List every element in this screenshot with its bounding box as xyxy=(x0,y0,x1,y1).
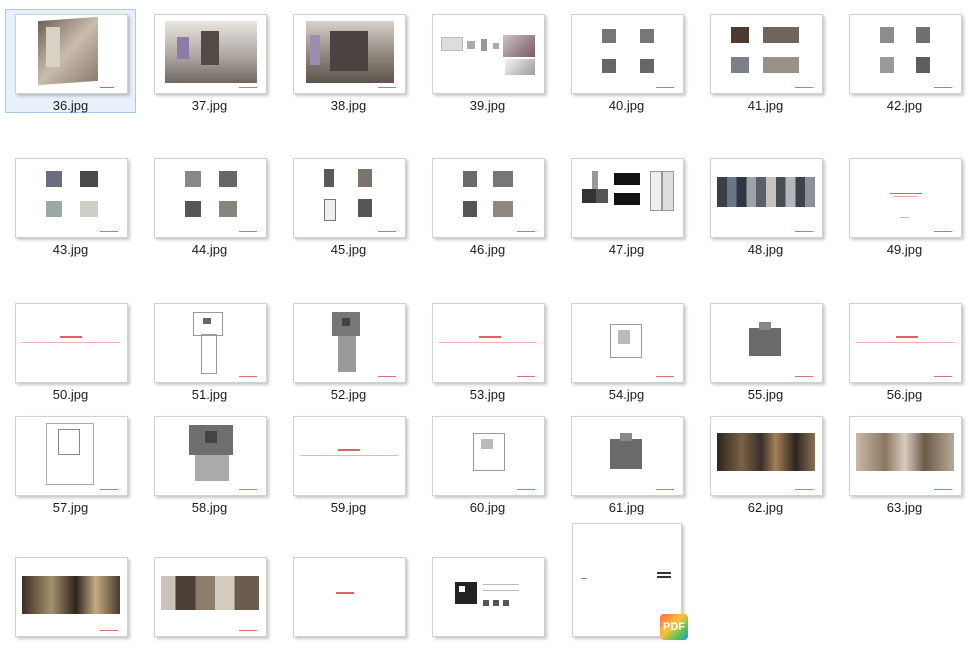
file-name: 53.jpg xyxy=(469,387,506,402)
file-name: 39.jpg xyxy=(469,98,506,113)
file-item[interactable]: 45.jpg xyxy=(283,153,414,257)
thumbnail-image xyxy=(849,416,962,496)
file-item[interactable]: 38.jpg xyxy=(283,9,414,113)
file-name: 43.jpg xyxy=(52,242,89,257)
thumbnail-image xyxy=(432,303,545,383)
file-item[interactable]: 51.jpg xyxy=(144,298,275,402)
file-name: 37.jpg xyxy=(191,98,228,113)
thumbnail-image xyxy=(293,14,406,94)
thumbnail-image xyxy=(710,416,823,496)
file-item[interactable]: 47.jpg xyxy=(561,153,692,257)
file-item[interactable]: 50.jpg xyxy=(5,298,136,402)
file-item[interactable]: 59.jpg xyxy=(283,411,414,515)
thumbnail-image xyxy=(293,158,406,238)
file-name: 46.jpg xyxy=(469,242,506,257)
file-name: 54.jpg xyxy=(608,387,645,402)
file-item[interactable]: 57.jpg xyxy=(5,411,136,515)
file-item[interactable]: 54.jpg xyxy=(561,298,692,402)
file-item[interactable]: 49.jpg xyxy=(839,153,970,257)
file-item[interactable]: 41.jpg xyxy=(700,9,831,113)
pdf-icon: PDF xyxy=(660,614,688,640)
file-name: 48.jpg xyxy=(747,242,784,257)
file-item[interactable]: 56.jpg xyxy=(839,298,970,402)
thumbnail-image xyxy=(15,14,128,94)
file-name: 51.jpg xyxy=(191,387,228,402)
file-item[interactable] xyxy=(144,552,275,656)
file-name: 61.jpg xyxy=(608,500,645,515)
thumbnail-image xyxy=(849,158,962,238)
file-item[interactable]: 60.jpg xyxy=(422,411,553,515)
thumbnail-image xyxy=(15,557,128,637)
file-item[interactable]: 61.jpg xyxy=(561,411,692,515)
thumbnail-image xyxy=(154,158,267,238)
file-name: 40.jpg xyxy=(608,98,645,113)
file-item[interactable]: 58.jpg xyxy=(144,411,275,515)
thumbnail-image xyxy=(154,416,267,496)
file-name: 57.jpg xyxy=(52,500,89,515)
thumbnail-image xyxy=(571,158,684,238)
thumbnail-image xyxy=(154,557,267,637)
file-item[interactable]: 53.jpg xyxy=(422,298,553,402)
thumbnail-image xyxy=(571,303,684,383)
file-name: 36.jpg xyxy=(52,98,89,113)
file-item[interactable]: 55.jpg xyxy=(700,298,831,402)
file-item[interactable] xyxy=(283,552,414,656)
thumbnail-image xyxy=(15,158,128,238)
file-name: 44.jpg xyxy=(191,242,228,257)
file-name: 45.jpg xyxy=(330,242,367,257)
file-item[interactable]: 63.jpg xyxy=(839,411,970,515)
thumbnail-image xyxy=(293,416,406,496)
file-name: 38.jpg xyxy=(330,98,367,113)
thumbnail-image xyxy=(710,158,823,238)
file-name: 41.jpg xyxy=(747,98,784,113)
thumbnail-image xyxy=(571,416,684,496)
file-item[interactable]: 39.jpg xyxy=(422,9,553,113)
thumbnail-image xyxy=(432,158,545,238)
file-name: 63.jpg xyxy=(886,500,923,515)
file-name: 50.jpg xyxy=(52,387,89,402)
thumbnail-image xyxy=(432,14,545,94)
file-item[interactable] xyxy=(561,522,692,637)
file-name: 42.jpg xyxy=(886,98,923,113)
thumbnail-image xyxy=(710,14,823,94)
file-name: 49.jpg xyxy=(886,242,923,257)
file-item[interactable]: 42.jpg xyxy=(839,9,970,113)
thumbnail-image xyxy=(432,557,545,637)
thumbnail-image xyxy=(432,416,545,496)
file-item[interactable]: 62.jpg xyxy=(700,411,831,515)
file-name: 52.jpg xyxy=(330,387,367,402)
file-name: 60.jpg xyxy=(469,500,506,515)
file-name: 55.jpg xyxy=(747,387,784,402)
file-item[interactable]: 40.jpg xyxy=(561,9,692,113)
file-item[interactable]: 37.jpg xyxy=(144,9,275,113)
thumbnail-image xyxy=(849,14,962,94)
file-name: 58.jpg xyxy=(191,500,228,515)
file-item[interactable] xyxy=(5,552,136,656)
file-item[interactable]: 46.jpg xyxy=(422,153,553,257)
thumbnail-image xyxy=(154,303,267,383)
file-item[interactable]: 36.jpg xyxy=(5,9,136,113)
thumbnail-image xyxy=(15,303,128,383)
thumbnail-image xyxy=(710,303,823,383)
file-item[interactable]: 43.jpg xyxy=(5,153,136,257)
thumbnail-image xyxy=(571,14,684,94)
file-item[interactable] xyxy=(422,552,553,656)
file-item[interactable]: 44.jpg xyxy=(144,153,275,257)
file-item[interactable]: 52.jpg xyxy=(283,298,414,402)
file-name: 59.jpg xyxy=(330,500,367,515)
thumbnail-image xyxy=(849,303,962,383)
file-grid: 36.jpg 37.jpg 38.jpg 39.jpg 40.jpg 41.jp… xyxy=(0,0,979,641)
file-name: 47.jpg xyxy=(608,242,645,257)
thumbnail-image xyxy=(293,303,406,383)
file-item[interactable]: 48.jpg xyxy=(700,153,831,257)
thumbnail-image xyxy=(293,557,406,637)
file-name: 56.jpg xyxy=(886,387,923,402)
file-name: 62.jpg xyxy=(747,500,784,515)
thumbnail-image xyxy=(15,416,128,496)
thumbnail-image xyxy=(154,14,267,94)
